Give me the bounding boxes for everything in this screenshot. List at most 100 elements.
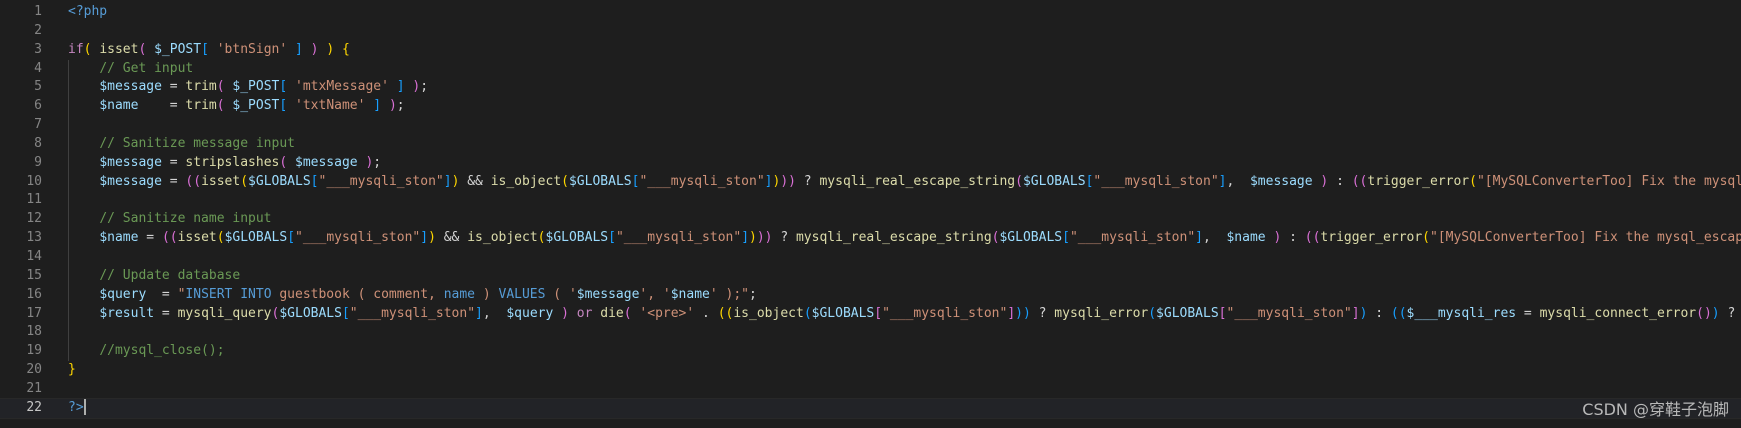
line-number: 18 xyxy=(26,324,42,340)
code-token: : xyxy=(1281,230,1305,246)
code-token: $message xyxy=(99,154,162,170)
indent-guide xyxy=(68,116,69,135)
code-token: ( xyxy=(803,305,812,321)
code-token: $query xyxy=(99,286,147,302)
code-token: mysqli_error xyxy=(1054,305,1149,321)
code-line[interactable]: 5 $message = trim( $_POST[ 'mtxMessage' … xyxy=(0,78,1741,98)
code-text: $message = stripslashes( $message ); xyxy=(68,154,1741,173)
code-token: ] xyxy=(420,230,429,246)
code-token: $name xyxy=(670,286,710,302)
code-token: (( xyxy=(1304,230,1321,246)
code-token: ( xyxy=(1015,173,1023,189)
code-line[interactable]: 11 xyxy=(0,191,1741,211)
code-token: [ xyxy=(279,98,288,114)
code-token: = xyxy=(161,154,186,170)
code-text: // Sanitize message input xyxy=(68,135,1741,154)
code-token: ) xyxy=(326,41,335,57)
code-token: ( xyxy=(537,230,546,246)
line-number: 4 xyxy=(34,60,42,76)
code-token: '<pre>' xyxy=(639,305,695,321)
text-cursor xyxy=(83,399,86,416)
line-number: 8 xyxy=(34,135,42,151)
code-line[interactable]: 4 // Get input xyxy=(0,59,1741,79)
code-token: ] xyxy=(741,230,750,246)
code-token: ] xyxy=(443,173,452,189)
code-line[interactable]: 12 // Sanitize name input xyxy=(0,210,1741,230)
code-token: ; xyxy=(749,286,757,302)
code-text: // Sanitize name input xyxy=(68,210,1741,229)
code-line[interactable]: 21 xyxy=(0,380,1741,399)
code-token: , xyxy=(1203,230,1227,246)
code-line[interactable]: 6 $name = trim( $_POST[ 'txtName' ] ); xyxy=(0,97,1741,117)
code-line[interactable]: 18 xyxy=(0,323,1741,343)
code-token: $name xyxy=(99,98,139,114)
line-number: 16 xyxy=(26,286,42,302)
code-token: // Sanitize name input xyxy=(99,211,272,227)
code-line[interactable]: 9 $message = stripslashes( $message ); xyxy=(0,153,1741,173)
code-line[interactable]: 13 $name = ((isset($GLOBALS["___mysqli_s… xyxy=(0,229,1741,248)
code-token: $result xyxy=(99,305,155,321)
code-token: "___mysqli_ston" xyxy=(295,230,421,246)
code-token: //mysql_close(); xyxy=(99,343,225,359)
code-token: ) xyxy=(388,98,397,114)
code-token: $name xyxy=(1226,230,1266,246)
code-line[interactable]: 14 xyxy=(0,247,1741,267)
code-token: isset xyxy=(201,173,241,189)
indent-guide xyxy=(68,191,69,211)
code-token: $GLOBALS xyxy=(568,173,632,189)
code-line[interactable]: 17 $result = mysqli_query($GLOBALS["___m… xyxy=(0,304,1741,324)
code-token: = xyxy=(138,98,186,114)
code-line[interactable]: 20} xyxy=(0,361,1741,380)
code-line[interactable]: 1 <?php xyxy=(0,3,1741,22)
code-line[interactable]: 3 if( isset( $_POST[ 'btnSign' ] ) ) { xyxy=(0,41,1741,60)
code-line[interactable]: 8 // Sanitize message input xyxy=(0,134,1741,154)
code-token: "[MySQLConverterToo] Fix the mysql_escap… xyxy=(1476,173,1741,189)
code-token: "___mysqli_ston" xyxy=(639,173,765,189)
code-text: $message = trim( $_POST[ 'mtxMessage' ] … xyxy=(68,78,1741,97)
code-line[interactable]: 10 $message = ((isset($GLOBALS["___mysql… xyxy=(0,172,1741,192)
line-number: 3 xyxy=(34,41,42,57)
code-token: ' );" xyxy=(709,286,749,302)
code-editor[interactable]: 1 <?php 2 3 if( isset( $_POST[ 'btnSign' ] )… xyxy=(0,3,1741,428)
code-token: 'txtName' xyxy=(295,98,366,114)
code-token: , xyxy=(482,305,507,321)
line-number: 22 xyxy=(26,399,42,415)
code-line[interactable]: 7 xyxy=(0,116,1741,135)
code-token: = xyxy=(146,286,178,302)
code-token: ( xyxy=(1148,305,1157,321)
code-line[interactable]: 19 //mysql_close(); xyxy=(0,342,1741,362)
code-line[interactable]: 16 $query = "INSERT INTO guestbook ( com… xyxy=(0,285,1741,305)
code-token: $___mysqli_res xyxy=(1406,305,1517,321)
line-number: 12 xyxy=(26,211,42,227)
code-token: isset xyxy=(99,41,139,57)
code-token: 'mtxMessage' xyxy=(295,79,389,95)
code-token: "___mysqli_ston" xyxy=(882,305,1008,321)
code-token: "___mysqli_ston" xyxy=(615,230,742,246)
code-line[interactable]: 15 // Update database xyxy=(0,266,1741,286)
code-token: && xyxy=(435,230,468,246)
code-token: ] xyxy=(1351,305,1360,321)
code-line[interactable]: 2 xyxy=(0,22,1741,41)
code-token: "___mysqli_ston" xyxy=(1093,173,1219,189)
code-token: ] xyxy=(1195,230,1203,246)
line-number: 14 xyxy=(26,248,42,264)
code-token: (( xyxy=(1390,305,1407,321)
code-token: [ xyxy=(1218,305,1227,321)
code-token: ] xyxy=(373,98,382,114)
csdn-watermark: CSDN @穿鞋子泡脚 xyxy=(1582,400,1729,419)
code-token: $GLOBALS xyxy=(1022,173,1086,189)
code-token: : xyxy=(1328,173,1352,189)
code-line[interactable]: 22 ?> xyxy=(0,397,1741,419)
code-token: $message xyxy=(99,173,162,189)
code-token: [ xyxy=(279,79,288,95)
code-token: ; xyxy=(396,98,405,114)
